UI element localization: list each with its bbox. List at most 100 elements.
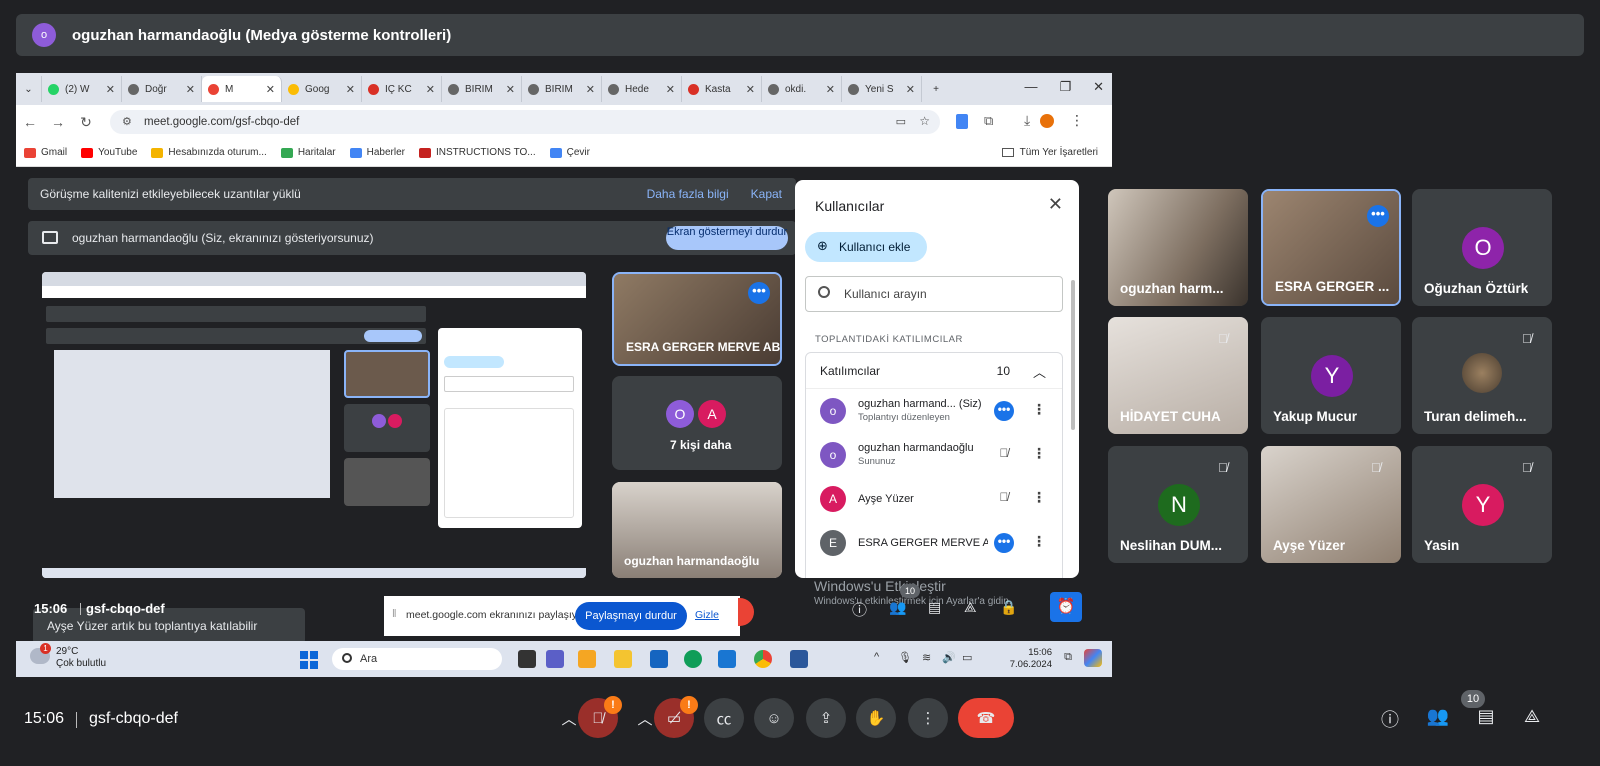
participant-row[interactable]: E ESRA GERGER MERVE A... ••• ⋮ (806, 521, 1062, 565)
participant-tile[interactable]: ••• ESRA GERGER ... (1261, 189, 1401, 306)
browser-tab[interactable]: Kasta ✕ (682, 76, 762, 102)
close-icon[interactable]: ✕ (586, 83, 595, 96)
close-icon[interactable]: ✕ (186, 83, 195, 96)
add-user-button[interactable]: ⊕ Kullanıcı ekle (805, 232, 927, 262)
bookmark-item[interactable]: Hesabınızda oturum... (151, 147, 267, 158)
info-icon[interactable]: ⓘ (852, 599, 867, 620)
close-icon[interactable]: ✕ (746, 83, 755, 96)
more-options-button[interactable]: ⋮ (908, 698, 948, 738)
close-icon[interactable]: ✕ (906, 83, 915, 96)
reload-icon[interactable]: ↻ (72, 114, 100, 131)
browser-tab[interactable]: BİRİM ✕ (522, 76, 602, 102)
media-icon[interactable] (578, 650, 596, 668)
browser-tab[interactable]: BİRİM ✕ (442, 76, 522, 102)
people-icon[interactable]: 👥 (1425, 706, 1451, 732)
profile-avatar[interactable] (1040, 114, 1054, 128)
participants-header[interactable]: Katılımcılar 10 ︿ (806, 353, 1062, 389)
learn-more-link[interactable]: Daha fazla bilgi (647, 187, 729, 201)
browser-tab[interactable]: (2) W ✕ (42, 76, 122, 102)
present-button[interactable]: ⇪ (806, 698, 846, 738)
chevron-up-icon[interactable]: ^ (874, 651, 879, 663)
tab-search-button[interactable]: ⌄ (16, 76, 42, 102)
bookmark-item[interactable]: INSTRUCTIONS TO... (418, 147, 536, 158)
close-icon[interactable]: ✕ (1093, 79, 1104, 95)
inner-tile-more[interactable]: O A 7 kişi daha (612, 376, 782, 470)
participant-tile[interactable]: 🎙̸ Ayşe Yüzer (1261, 446, 1401, 563)
participant-tile[interactable]: Y 🎙̸ Yasin (1412, 446, 1552, 563)
camera-icon[interactable]: ▭ (896, 115, 906, 128)
windows-start-icon[interactable] (300, 651, 318, 669)
more-vert-icon[interactable]: ⋮ (1032, 401, 1046, 418)
inner-tile-esra[interactable]: ••• ESRA GERGER MERVE AB... (612, 272, 782, 366)
taskbar-search[interactable]: Ara (332, 648, 502, 670)
download-icon[interactable]: ⤓ (1024, 112, 1030, 129)
inner-tile-oguzhan[interactable]: oguzhan harmandaoğlu (612, 482, 782, 578)
more-options-icon[interactable]: ••• (994, 401, 1014, 421)
chevron-up-icon[interactable]: ︿ (1033, 362, 1046, 381)
leave-call-button[interactable]: ☎ (958, 698, 1014, 738)
browser-tab[interactable]: M ✕ (202, 76, 282, 102)
more-options-icon[interactable]: ••• (1367, 205, 1389, 227)
forward-icon[interactable]: → (44, 114, 72, 130)
dismiss-warning-link[interactable]: Kapat (751, 187, 782, 201)
raise-hand-button[interactable]: ✋ (856, 698, 896, 738)
bookmark-item[interactable]: Haberler (349, 147, 405, 158)
star-icon[interactable]: ☆ (919, 114, 930, 128)
close-icon[interactable]: ✕ (266, 83, 275, 96)
teams-icon[interactable] (546, 650, 564, 668)
browser-tab[interactable]: Hede ✕ (602, 76, 682, 102)
hide-link[interactable]: Gizle (695, 609, 719, 621)
bookmark-item[interactable]: Haritalar (280, 147, 336, 158)
extensions-icon[interactable]: ⧉ (984, 113, 993, 129)
word-icon[interactable] (790, 650, 808, 668)
browser-tab[interactable]: İÇ KC ✕ (362, 76, 442, 102)
host-controls-icon[interactable]: 🔒 (1000, 599, 1017, 616)
users-scrollbar[interactable] (1071, 280, 1075, 430)
stop-sharing-button[interactable]: Paylaşmayı durdur (575, 602, 687, 630)
browser-tab[interactable]: Goog ✕ (282, 76, 362, 102)
more-vert-icon[interactable]: ⋮ (1032, 445, 1046, 462)
site-info-icon[interactable]: ⚙ (122, 115, 132, 128)
docs-icon[interactable] (956, 114, 968, 129)
bookmark-item[interactable]: Çevir (549, 147, 590, 158)
more-options-icon[interactable]: ••• (994, 533, 1014, 553)
more-options-icon[interactable]: ••• (748, 282, 770, 304)
microphone-icon[interactable]: 🎙 (898, 651, 912, 664)
all-bookmarks[interactable]: Tüm Yer İşaretleri (1001, 147, 1098, 158)
close-icon[interactable]: ✕ (1048, 194, 1063, 215)
back-icon[interactable]: ← (16, 114, 44, 130)
edge-icon[interactable] (684, 650, 702, 668)
close-icon[interactable]: ✕ (426, 83, 435, 96)
minimize-icon[interactable]: — (1024, 79, 1037, 95)
mail-icon[interactable] (718, 650, 736, 668)
inner-leave-button[interactable] (738, 598, 754, 626)
participant-tile[interactable]: O Oğuzhan Öztürk (1412, 189, 1552, 306)
activities-icon[interactable]: ⟁ (1519, 706, 1545, 732)
more-vert-icon[interactable]: ⋮ (1032, 533, 1046, 550)
close-icon[interactable]: ✕ (666, 83, 675, 96)
copilot-icon[interactable] (1084, 649, 1102, 667)
participant-row[interactable]: A Ayşe Yüzer 🎙̸ ⋮ (806, 477, 1062, 521)
close-icon[interactable]: ✕ (346, 83, 355, 96)
activities-icon[interactable]: ⟁ (964, 599, 977, 616)
participant-row[interactable]: o oguzhan harmandaoğlu Sununuz 🎙̸ ⋮ (806, 433, 1062, 477)
browser-tab[interactable]: okdi. ✕ (762, 76, 842, 102)
close-icon[interactable]: ✕ (506, 83, 515, 96)
microphone-off-icon[interactable]: 🎙̸ (994, 445, 1014, 465)
participant-tile[interactable]: oguzhan harm... (1108, 189, 1248, 306)
participant-tile[interactable]: N 🎙̸ Neslihan DUM... (1108, 446, 1248, 563)
close-icon[interactable]: ✕ (106, 83, 115, 96)
info-icon[interactable]: ⓘ (1377, 706, 1403, 732)
stop-presenting-button[interactable]: Ekran göstermeyi durdur (666, 226, 788, 250)
maximize-icon[interactable]: ❐ (1059, 79, 1071, 95)
close-icon[interactable]: ✕ (826, 83, 835, 96)
weather-widget[interactable]: 1 29°C Çok bulutlu (30, 643, 106, 670)
taskbar-clock[interactable]: 15:06 7.06.2024 (1010, 647, 1052, 671)
store-icon[interactable] (650, 650, 668, 668)
more-vert-icon[interactable]: ⋮ (1032, 489, 1046, 506)
participant-tile[interactable]: 🎙̸ HİDAYET CUHA (1108, 317, 1248, 434)
timer-icon[interactable]: ⏰ (1050, 592, 1082, 622)
camera-toggle-button[interactable]: ▭̸ ! (654, 696, 698, 738)
wifi-icon[interactable]: ≋ (922, 651, 931, 664)
reactions-button[interactable]: ☺ (754, 698, 794, 738)
